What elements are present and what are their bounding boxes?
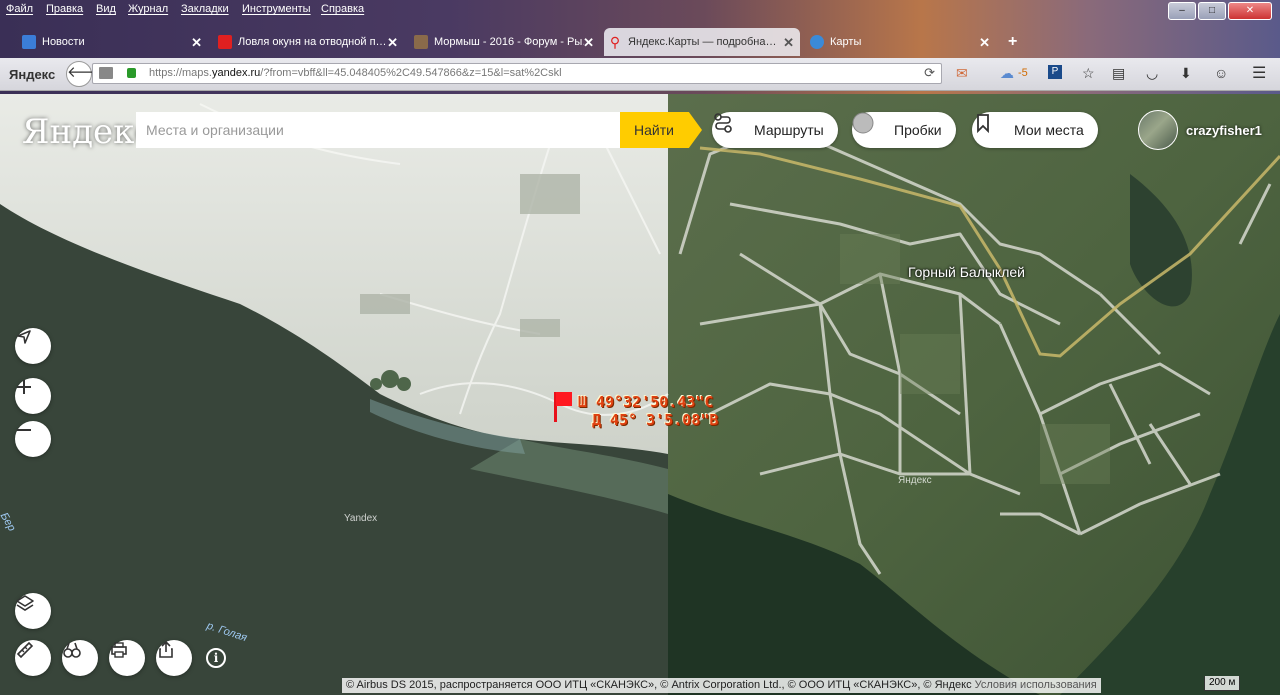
route-icon [714, 113, 746, 141]
flag-icon [554, 392, 572, 422]
routes-button[interactable]: Маршруты [712, 112, 838, 148]
bookmark-p-icon[interactable]: P [1048, 65, 1062, 79]
attribution-text: © Airbus DS 2015, распространяется ООО И… [346, 679, 972, 691]
tab-news[interactable]: Новости ✕ [18, 28, 208, 56]
pocket-icon[interactable]: ◡ [1146, 65, 1158, 82]
terms-link[interactable]: Условия использования [975, 679, 1097, 691]
maximize-button[interactable]: □ [1198, 2, 1226, 20]
share-button[interactable] [156, 640, 192, 676]
tab-yandex-maps[interactable]: ⚲ Яндекс.Карты — подробна… ✕ [604, 28, 800, 56]
tab-title: Новости [42, 36, 85, 48]
routes-label: Маршруты [754, 122, 824, 138]
user-menu[interactable]: crazyfisher1 [1138, 110, 1262, 150]
weather-value: -5 [1018, 67, 1028, 79]
search-button[interactable]: Найти [620, 112, 702, 148]
menu-help[interactable]: Справка [321, 3, 364, 15]
menu-icon[interactable]: ☰ [1252, 63, 1266, 83]
longitude-label: Д 45° 3'5.08"В [592, 411, 719, 429]
weather-icon[interactable]: ☁ [1000, 65, 1014, 82]
my-places-button[interactable]: Мои места [972, 112, 1098, 148]
page-icon [99, 67, 113, 79]
smiley-icon[interactable]: ☺ [1214, 65, 1228, 81]
layers-button[interactable] [15, 593, 51, 629]
avatar[interactable] [1138, 110, 1178, 150]
navigation-bar: Яндекс 🡐 https://maps.yandex.ru/?from=vb… [0, 58, 1280, 91]
tab-strip: Новости ✕ Ловля окуня на отводной п… ✕ М… [0, 28, 1280, 56]
browser-brand: Яндекс [9, 67, 56, 82]
scale-bar: 200 м [1204, 676, 1241, 691]
menu-view[interactable]: Вид [96, 3, 116, 15]
close-tab-icon[interactable]: ✕ [783, 35, 794, 51]
tab-title: Яндекс.Карты — подробна… [628, 36, 777, 48]
tab-title: Мормыш - 2016 - Форум - Ры… [434, 36, 584, 48]
menu-history[interactable]: Журнал [128, 3, 168, 15]
menu-bar: Файл Правка Вид Журнал Закладки Инструме… [0, 0, 900, 20]
close-tab-icon[interactable]: ✕ [387, 35, 398, 51]
url-bar[interactable]: https://maps.yandex.ru/?from=vbff&ll=45.… [92, 63, 942, 84]
map-area[interactable]: Яндекс Найти Маршруты Пробки Мои места c… [0, 94, 1280, 695]
attribution: © Airbus DS 2015, распространяется ООО И… [342, 678, 1101, 693]
panorama-button[interactable] [62, 640, 98, 676]
search-box[interactable] [136, 112, 620, 148]
my-places-label: Мои места [1014, 122, 1084, 138]
mail-icon[interactable]: ✉ [956, 65, 968, 82]
traffic-icon [852, 112, 886, 141]
globe-icon [810, 35, 824, 49]
username: crazyfisher1 [1186, 122, 1262, 138]
browser-chrome: Файл Правка Вид Журнал Закладки Инструме… [0, 0, 1280, 94]
minimize-button[interactable]: – [1168, 2, 1196, 20]
star-icon[interactable]: ☆ [1082, 65, 1095, 82]
tab-title: Ловля окуня на отводной п… [238, 36, 387, 48]
menu-tools[interactable]: Инструменты [242, 3, 311, 15]
print-button[interactable] [109, 640, 145, 676]
reload-icon[interactable]: ⟳ [924, 65, 935, 81]
download-icon[interactable]: ⬇ [1180, 65, 1192, 82]
play-icon [22, 35, 36, 49]
youtube-icon [218, 35, 232, 49]
reader-icon[interactable]: ▤ [1112, 65, 1125, 82]
close-tab-icon[interactable]: ✕ [583, 35, 594, 51]
tab-youtube[interactable]: Ловля окуня на отводной п… ✕ [214, 28, 404, 56]
bookmark-icon [977, 114, 1006, 141]
tab-forum[interactable]: Мормыш - 2016 - Форум - Ры… ✕ [410, 28, 600, 56]
watermark-left: Yandex [344, 513, 378, 524]
zoom-in-button[interactable] [15, 378, 51, 414]
yandex-logo[interactable]: Яндекс [22, 112, 153, 152]
latitude-label: Ш 49°32'50.43"С [578, 393, 714, 411]
ruler-button[interactable] [15, 640, 51, 676]
locate-button[interactable] [15, 328, 51, 364]
close-tab-icon[interactable]: ✕ [191, 35, 202, 51]
search-input[interactable] [136, 112, 620, 148]
close-window-button[interactable]: ✕ [1228, 2, 1272, 20]
tab-maps[interactable]: Карты ✕ [806, 28, 996, 56]
settlement-label[interactable]: Горный Балыклей [908, 264, 1025, 280]
tab-title: Карты [830, 36, 862, 48]
back-button[interactable]: 🡐 [66, 61, 107, 87]
forum-icon [414, 35, 428, 49]
menu-edit[interactable]: Правка [46, 3, 83, 15]
zoom-out-button[interactable] [15, 421, 51, 457]
window-controls: – □ ✕ [1168, 2, 1272, 20]
traffic-label: Пробки [894, 122, 942, 138]
url-text: https://maps.yandex.ru/?from=vbff&ll=45.… [149, 67, 562, 79]
new-tab-button[interactable]: + [1008, 33, 1017, 51]
traffic-button[interactable]: Пробки [852, 112, 956, 148]
lock-icon [127, 68, 136, 78]
menu-bookmarks[interactable]: Закладки [181, 3, 229, 15]
info-icon[interactable]: i [206, 648, 226, 668]
menu-file[interactable]: Файл [6, 3, 33, 15]
pin-icon: ⚲ [609, 34, 621, 50]
close-tab-icon[interactable]: ✕ [979, 35, 990, 51]
watermark-right: Яндекс [898, 475, 932, 486]
